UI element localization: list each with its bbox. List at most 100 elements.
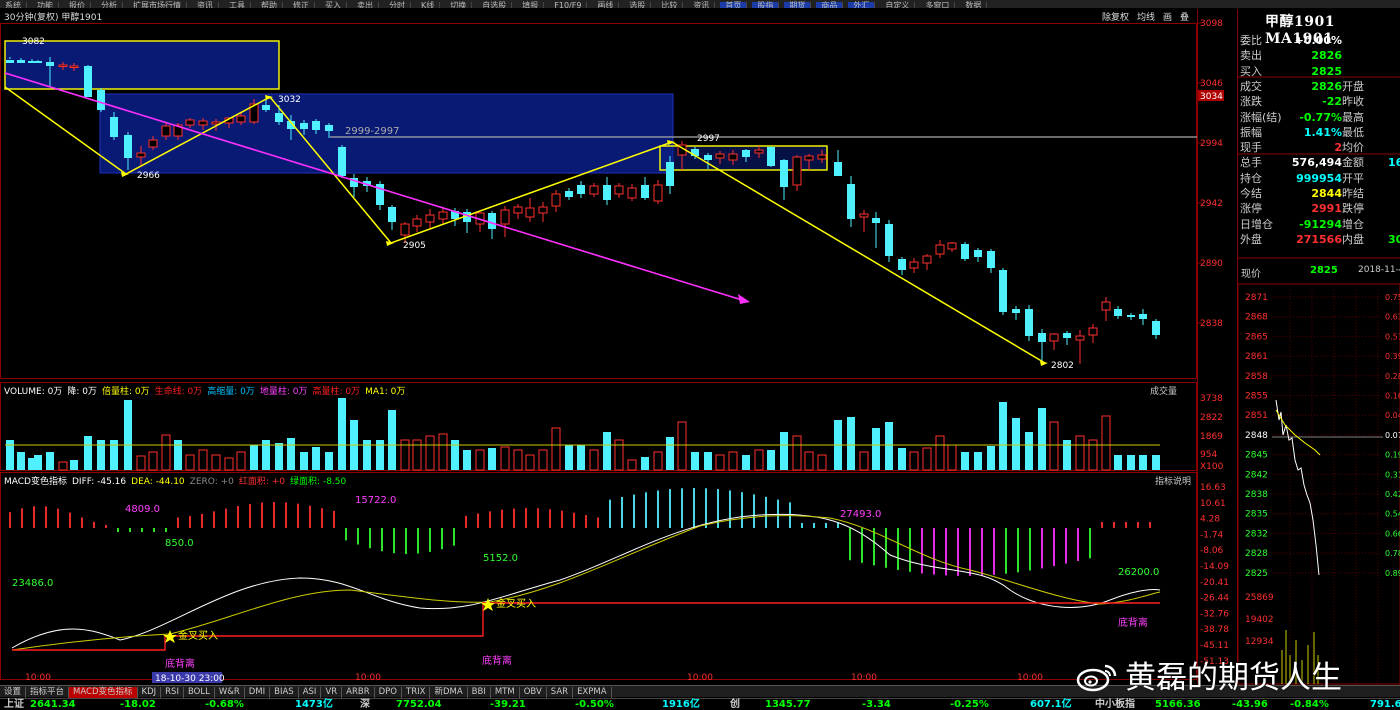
indicator-tab[interactable]: KDJ — [138, 687, 162, 698]
candle-body — [262, 105, 270, 110]
indicator-tab[interactable]: BOLL — [184, 687, 215, 698]
candle-body — [325, 125, 333, 131]
volume-bar — [641, 457, 649, 470]
indicator-tab[interactable]: BBI — [468, 687, 491, 698]
quote-row: 日增仓 -91294 增仓 — [1238, 217, 1400, 232]
golden-cross-step-line — [12, 602, 1160, 651]
status-item: 创 — [730, 699, 740, 710]
quote-row: 涨停 2991 跌停 — [1238, 201, 1400, 216]
quote-key: 昨结 — [1342, 187, 1364, 200]
volume-bar — [34, 455, 42, 470]
candle-body — [804, 155, 814, 161]
volume-bar — [46, 452, 54, 470]
candle-body — [425, 214, 435, 223]
indicator-tab[interactable]: 指标平台 — [26, 687, 70, 698]
quote-key: 金额 — [1342, 156, 1364, 170]
indicator-tab[interactable]: BIAS — [270, 687, 299, 698]
volume-bar — [677, 421, 687, 471]
quote-value: -91294 — [1299, 217, 1342, 231]
chart-header: 30分钟(复权) 甲醇1901 除复权 均线画叠 — [0, 9, 1238, 23]
macd-legend-item: DEA: -44.10 — [131, 477, 185, 487]
status-item: 1345.77 — [765, 699, 811, 710]
indicator-tab[interactable]: DMI — [245, 687, 271, 698]
volume-bar — [148, 451, 158, 471]
price-low-label: 2802 — [1051, 361, 1074, 371]
quote-value: 2826 — [1311, 49, 1342, 63]
quote-row: 振幅 1.41% 最低 — [1238, 125, 1400, 140]
indicator-tab[interactable]: 设置 — [0, 687, 27, 698]
candle-body — [69, 65, 79, 68]
candle-body — [300, 123, 308, 129]
tick-axis-label: 2871 — [1245, 293, 1268, 303]
time-axis-label: 10:00 — [851, 673, 877, 683]
quote-key: 昨收 — [1342, 95, 1364, 109]
indicator-tab[interactable]: MTM — [491, 687, 520, 698]
quote-key: 今结 — [1240, 187, 1262, 200]
quote-key: 均价 — [1342, 141, 1364, 155]
indicator-tab[interactable]: VR — [321, 687, 343, 698]
chart-header-button[interactable]: 画 — [1163, 13, 1172, 23]
volume-legend-item: 地量柱: 0万 — [259, 387, 308, 397]
chart-header-button[interactable]: 叠 — [1180, 13, 1189, 23]
range-label: 2999-2997 — [345, 126, 400, 137]
indicator-tab[interactable]: EXPMA — [573, 687, 612, 698]
candle-body — [500, 209, 510, 225]
quote-row: 卖出 2826 — [1238, 48, 1400, 63]
chart-header-buttons[interactable]: 除复权 均线画叠 — [1099, 10, 1194, 23]
volume-mode-select[interactable]: 成交量 — [1150, 384, 1177, 397]
candle-body — [400, 223, 410, 236]
candle-body — [551, 193, 561, 207]
chart-header-button[interactable]: 均线 — [1137, 13, 1155, 23]
quote-row: 涨跌 -22 昨收 — [1238, 94, 1400, 109]
tick-axis-pct: 0.31% — [1385, 470, 1400, 479]
macd-axis-label: -38.78 — [1200, 625, 1229, 635]
macd-legend-item: MACD变色指标 — [4, 477, 67, 487]
candle-body — [999, 270, 1007, 312]
volume-bar — [300, 452, 308, 470]
indicator-tab[interactable]: DPO — [375, 687, 403, 698]
candle-body — [58, 64, 68, 67]
candle-body — [338, 147, 346, 176]
quote-value: 999954 — [1296, 171, 1342, 185]
golden-cross-label: 金叉买入 — [496, 597, 536, 610]
indicator-tab[interactable]: OBV — [520, 687, 547, 698]
quote-row: 成交 2826 开盘 — [1238, 79, 1400, 94]
status-item: -18.02 — [120, 699, 156, 710]
volume-bar — [70, 460, 78, 470]
indicator-tab[interactable]: TRIX — [402, 687, 431, 698]
indicator-tab[interactable]: ASI — [299, 687, 322, 698]
volume-bar — [161, 434, 171, 471]
volume-bar — [1101, 415, 1111, 471]
macd-annotation: 15722.0 — [355, 495, 396, 506]
tick-axis-label: 2825 — [1245, 569, 1268, 579]
indicator-tab[interactable]: 新DMA — [430, 687, 468, 698]
volume-bar — [425, 435, 435, 471]
macd-axis-label: -45.11 — [1200, 641, 1229, 651]
quote-value: 2 — [1334, 141, 1342, 155]
candle-body — [1049, 333, 1059, 342]
chart-canvas[interactable]: 3098304630342994294228902838308230322966… — [0, 0, 1400, 710]
chart-header-button[interactable]: 除复权 — [1102, 13, 1129, 23]
indicator-tab[interactable]: RSI — [161, 687, 184, 698]
candle-body — [513, 206, 523, 214]
macd-axis-label: 10.61 — [1200, 499, 1226, 509]
indicator-help-button[interactable]: 指标说明 — [1155, 474, 1191, 487]
indicator-tab[interactable]: W&R — [215, 687, 245, 698]
volume-bar — [859, 451, 869, 471]
volume-bar — [1114, 455, 1122, 470]
volume-bar — [565, 445, 573, 470]
status-item: 5166.36 — [1155, 699, 1201, 710]
status-item: 1473亿 — [295, 699, 333, 710]
indicator-tab[interactable]: SAR — [547, 687, 574, 698]
indicator-tab[interactable]: MACD变色指标 — [69, 687, 138, 698]
volume-bar — [488, 448, 496, 470]
volume-bar — [898, 448, 906, 470]
volume-bar — [603, 432, 611, 470]
time-axis-label: 10:00 — [25, 673, 51, 683]
watermark-text: 黄磊的期货人生 — [1125, 660, 1342, 696]
tick-value: 2825 — [1310, 265, 1338, 276]
volume-bar — [513, 449, 523, 471]
indicator-tab[interactable]: ARBR — [342, 687, 375, 698]
tick-axis-label: 2851 — [1245, 411, 1268, 421]
macd-dea-line — [11, 515, 1161, 651]
